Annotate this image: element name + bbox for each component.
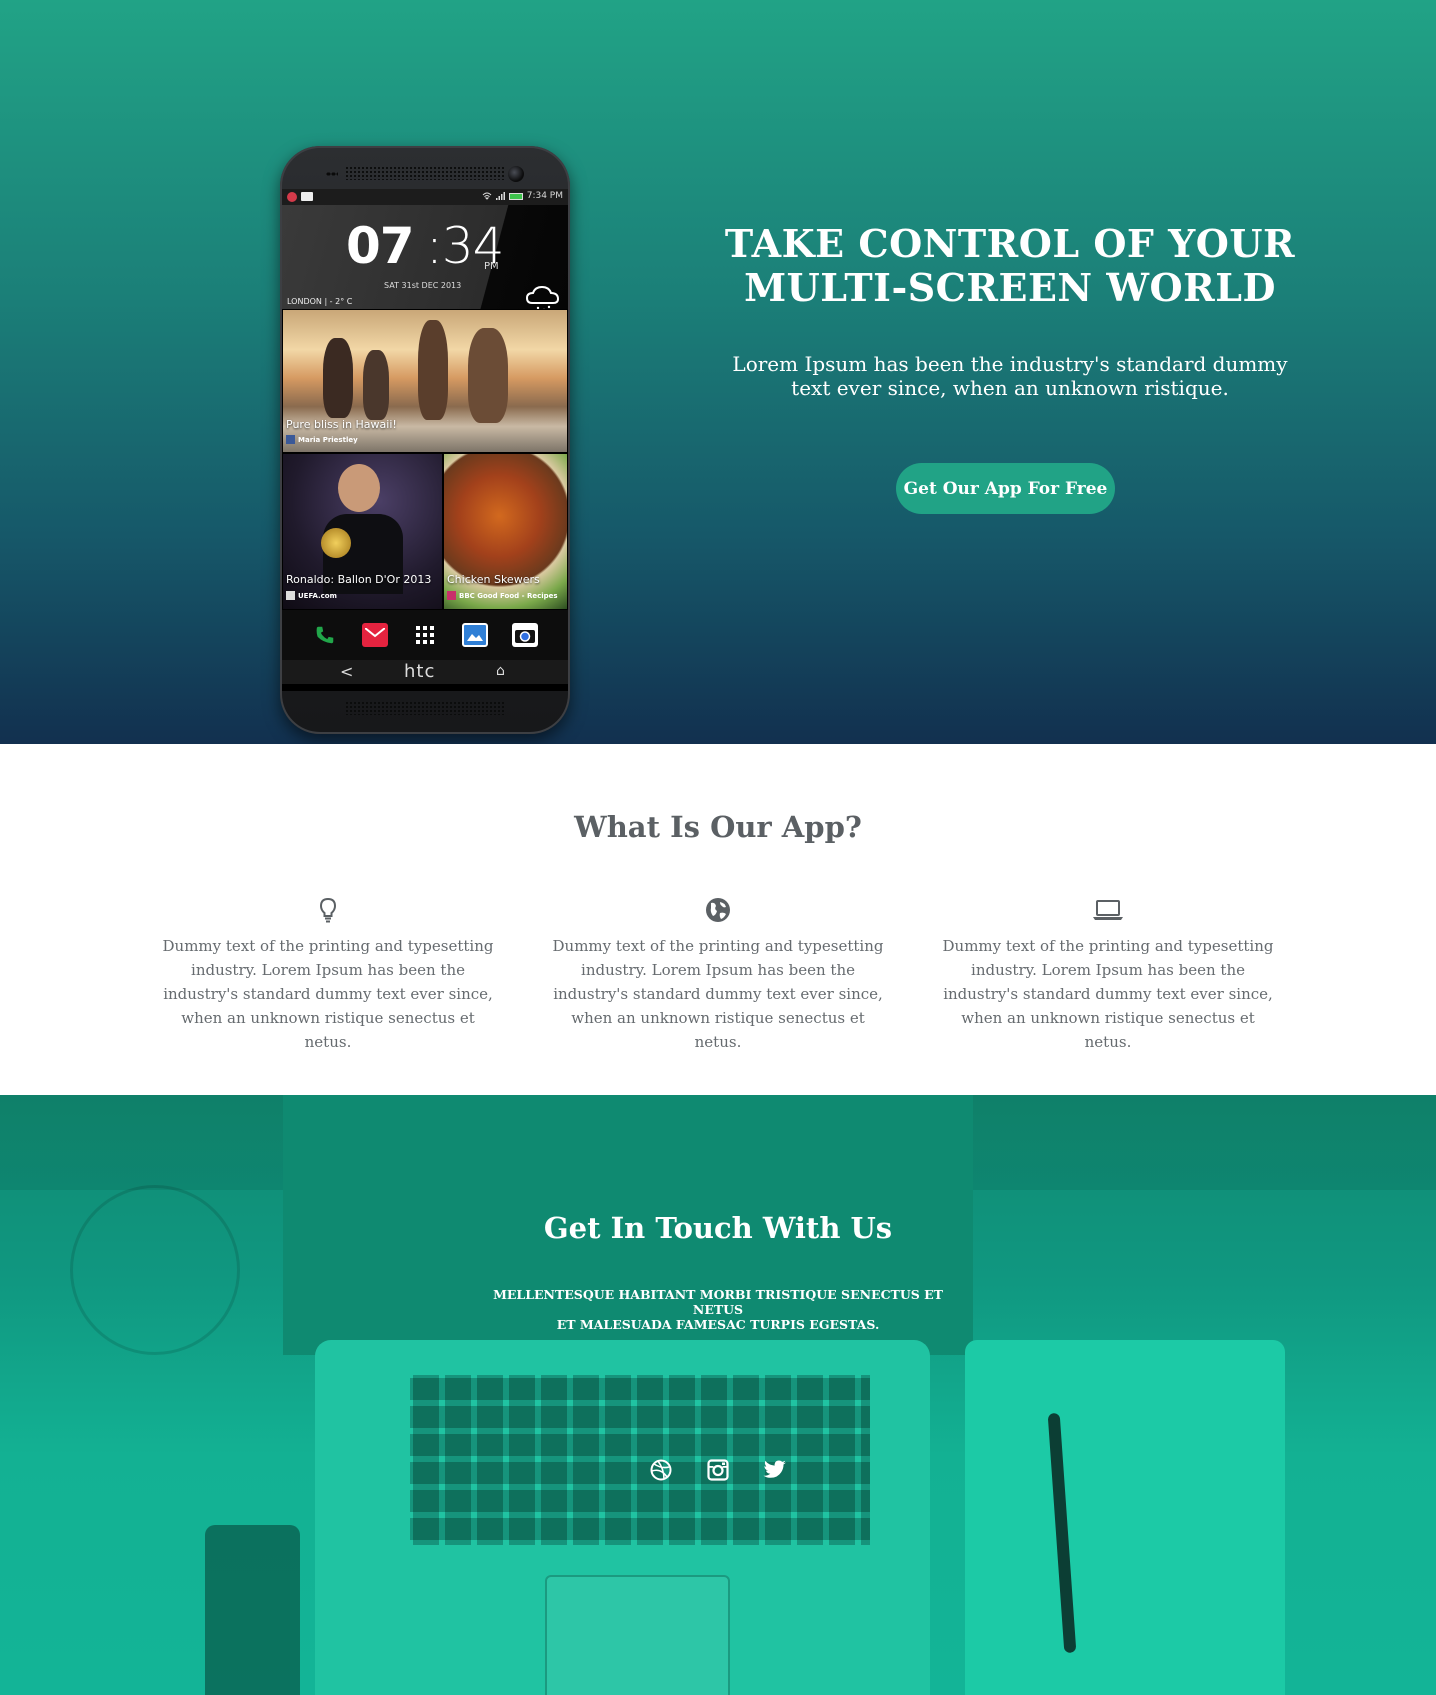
phone-status-bar: 7:34 PM <box>282 189 568 205</box>
hero-section: 7:34 PM 07 :34 PM SAT 31st DEC 2013 LOND… <box>0 0 1436 744</box>
hero-title-line1: TAKE CONTROL OF YOUR <box>724 221 1296 266</box>
feature-item-3: Dummy text of the printing and typesetti… <box>938 896 1278 1054</box>
contact-subtitle-line1: MELLENTESQUE HABITANT MORBI TRISTIQUE SE… <box>493 1287 943 1317</box>
phone-speaker-bottom <box>345 701 505 715</box>
contact-subtitle-line2: ET MALESUADA FAMESAC TURPIS EGESTAS. <box>556 1317 880 1332</box>
clock-ampm: PM <box>484 261 499 272</box>
app-drawer-icon[interactable] <box>412 623 438 647</box>
globe-icon <box>702 896 734 924</box>
signal-icon <box>495 192 505 200</box>
contact-subtitle: MELLENTESQUE HABITANT MORBI TRISTIQUE SE… <box>468 1287 968 1332</box>
photo-figure <box>338 464 380 512</box>
phone-brand: htc <box>404 661 436 682</box>
phone-camera <box>508 166 524 182</box>
hero-subtitle: Lorem Ipsum has been the industry's stan… <box>732 352 1288 400</box>
about-section: What Is Our App? Dummy text of the print… <box>0 744 1436 1095</box>
phone-speaker-top <box>345 166 505 180</box>
instagram-icon[interactable] <box>705 1458 731 1482</box>
clock-widget: 07 :34 PM SAT 31st DEC 2013 LONDON | - 2… <box>282 205 568 312</box>
news-tile-ronaldo[interactable]: Ronaldo: Ballon D'Or 2013 UEFA.com <box>282 453 443 610</box>
twitter-icon[interactable] <box>762 1458 788 1482</box>
lightbulb-icon <box>312 896 344 924</box>
phone-screen: 7:34 PM 07 :34 PM SAT 31st DEC 2013 LOND… <box>282 189 568 691</box>
facebook-icon <box>286 435 295 444</box>
tile-source: Maria Priestley <box>286 435 358 444</box>
tile-caption: Ronaldo: Ballon D'Or 2013 <box>286 573 432 586</box>
home-icon[interactable]: ⌂ <box>496 663 505 679</box>
tile-source: UEFA.com <box>286 591 337 600</box>
mail-icon <box>301 192 313 201</box>
tile-source-label: UEFA.com <box>298 591 337 600</box>
wifi-icon <box>482 192 492 200</box>
laptop-icon <box>1092 896 1124 924</box>
contact-section: Get In Touch With Us MELLENTESQUE HABITA… <box>0 1095 1436 1695</box>
tile-caption: Chicken Skewers <box>447 573 540 586</box>
photo-figure <box>323 338 353 418</box>
hero-title-line2: MULTI-SCREEN WORLD <box>744 265 1276 310</box>
news-tile-hawaii[interactable]: Pure bliss in Hawaii! Maria Priestley <box>282 309 568 453</box>
phone-sensor <box>326 172 338 176</box>
battery-icon <box>508 192 523 200</box>
photo-figure <box>321 528 351 558</box>
background-keyboard <box>410 1375 870 1545</box>
background-phone <box>205 1525 300 1695</box>
tile-source-label: Maria Priestley <box>298 435 358 444</box>
phone-mockup: 7:34 PM 07 :34 PM SAT 31st DEC 2013 LOND… <box>280 146 570 734</box>
mail-app-icon[interactable] <box>362 623 388 647</box>
photo-figure <box>418 320 448 420</box>
bbc-good-food-icon <box>447 591 456 600</box>
tile-source-label: BBC Good Food - Recipes <box>459 591 558 600</box>
tile-source: BBC Good Food - Recipes <box>447 591 558 600</box>
status-time: 7:34 PM <box>526 191 563 201</box>
social-links <box>648 1457 788 1483</box>
get-app-button[interactable]: Get Our App For Free <box>896 463 1115 514</box>
background-trackpad <box>545 1575 730 1695</box>
tile-caption: Pure bliss in Hawaii! <box>286 418 397 431</box>
background-notebook <box>965 1340 1285 1695</box>
feature-item-1: Dummy text of the printing and typesetti… <box>158 896 498 1054</box>
hero-title: TAKE CONTROL OF YOUR MULTI-SCREEN WORLD <box>700 222 1320 310</box>
feature-text: Dummy text of the printing and typesetti… <box>162 937 494 1051</box>
photo-figure <box>363 350 389 420</box>
dribbble-icon[interactable] <box>648 1458 674 1482</box>
back-icon[interactable]: < <box>340 662 353 681</box>
feature-item-2: Dummy text of the printing and typesetti… <box>548 896 888 1054</box>
feature-text: Dummy text of the printing and typesetti… <box>552 937 884 1051</box>
about-title: What Is Our App? <box>574 810 862 844</box>
phone-nav-bar: < htc ⌂ <box>282 660 568 684</box>
photo-figure <box>468 328 508 423</box>
app-dock <box>282 610 568 660</box>
clock-date: SAT 31st DEC 2013 <box>384 281 462 290</box>
phone-app-icon[interactable] <box>312 623 338 647</box>
notification-icon <box>287 192 297 202</box>
clock-city: LONDON | - 2° C <box>287 297 353 306</box>
clock-hours: 07 <box>346 217 415 275</box>
camera-app-icon[interactable] <box>512 623 538 647</box>
feature-text: Dummy text of the printing and typesetti… <box>942 937 1274 1051</box>
gallery-app-icon[interactable] <box>462 623 488 647</box>
contact-title: Get In Touch With Us <box>543 1211 893 1245</box>
news-tile-chicken[interactable]: Chicken Skewers BBC Good Food - Recipes <box>443 453 568 610</box>
uefa-icon <box>286 591 295 600</box>
